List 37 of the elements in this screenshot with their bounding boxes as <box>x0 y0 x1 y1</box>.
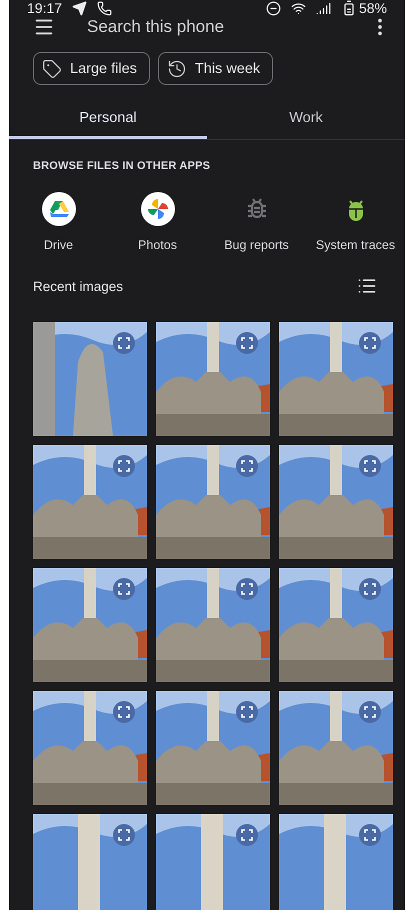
photo-placeholder[interactable] <box>33 691 147 805</box>
photo-placeholder[interactable] <box>156 814 270 910</box>
search-field[interactable]: Search this phone <box>85 16 339 38</box>
photo-placeholder[interactable] <box>156 691 270 805</box>
signal-icon <box>316 0 331 16</box>
app-shortcut[interactable]: Bug reports <box>207 192 306 252</box>
app-shortcut[interactable]: Photos <box>108 192 207 252</box>
tag-icon <box>42 58 62 78</box>
tab[interactable]: Work <box>207 99 405 139</box>
filter-chip[interactable]: This week <box>158 52 274 85</box>
app-shortcut[interactable]: Drive <box>9 192 108 252</box>
history-icon <box>166 58 187 78</box>
battery-percent: 58% <box>358 0 387 16</box>
do-not-disturb-icon <box>266 0 281 16</box>
pinwheel-logo-icon <box>140 192 174 226</box>
photo-placeholder[interactable] <box>156 568 270 682</box>
section-title: BROWSE FILES IN OTHER APPS <box>32 159 212 172</box>
section-title: Recent images <box>33 278 124 294</box>
photo-placeholder[interactable] <box>279 568 393 682</box>
photo-placeholder[interactable] <box>156 322 270 436</box>
photo-placeholder[interactable] <box>279 322 393 436</box>
filter-chip[interactable]: Large files <box>33 52 150 85</box>
tab[interactable]: Personal <box>9 99 207 139</box>
photo-placeholder[interactable] <box>156 445 270 559</box>
app-shortcut[interactable]: System traces <box>306 192 405 252</box>
drive-logo-icon <box>42 192 76 226</box>
photo-placeholder[interactable] <box>279 814 393 910</box>
phone-icon <box>97 0 112 16</box>
photo-placeholder[interactable] <box>279 691 393 805</box>
wifi-icon <box>290 0 306 16</box>
photo-placeholder[interactable] <box>33 445 147 559</box>
send-icon <box>72 0 88 16</box>
photo-placeholder[interactable] <box>33 814 147 910</box>
photo-placeholder[interactable] <box>33 568 147 682</box>
photo-placeholder[interactable] <box>279 445 393 559</box>
status-time: 19:17 <box>27 0 62 16</box>
photo-placeholder[interactable] <box>33 322 147 436</box>
